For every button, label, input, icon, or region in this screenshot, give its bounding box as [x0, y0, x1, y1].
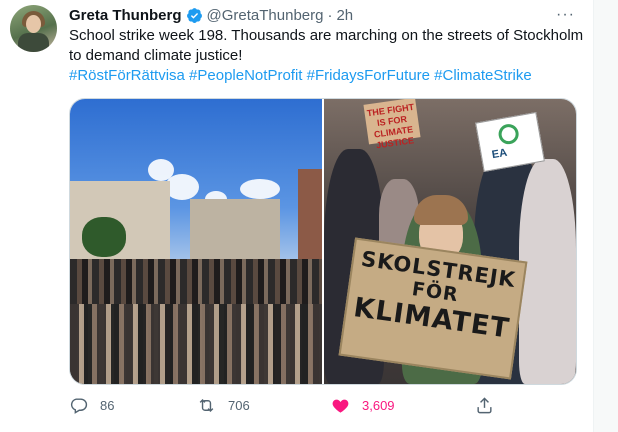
like-button[interactable]: 3,609	[331, 396, 395, 415]
sign-climate-justice: THE FIGHT IS FOR CLIMATE JUSTICE	[363, 99, 421, 150]
more-icon[interactable]: ···	[556, 6, 575, 24]
reply-icon	[70, 398, 88, 414]
heart-icon	[332, 399, 349, 413]
tweet-header: Greta Thunberg @GretaThunberg · 2h	[69, 5, 353, 25]
retweet-icon	[199, 398, 214, 413]
photo-greta-sign[interactable]: THE FIGHT IS FOR CLIMATE JUSTICE EA SKOL…	[324, 99, 576, 384]
tweet-card[interactable]: Greta Thunberg @GretaThunberg · 2h ··· S…	[0, 0, 593, 432]
hashtag-list: #RöstFörRättvisa #PeopleNotProfit #Frida…	[69, 66, 589, 86]
sign-eat: EA	[475, 111, 545, 173]
verified-badge-icon	[186, 7, 202, 23]
retweet-count: 706	[228, 398, 250, 413]
reply-button[interactable]: 86	[69, 396, 114, 415]
hashtag-link[interactable]: #ClimateStrike	[434, 67, 532, 84]
tweet-media: THE FIGHT IS FOR CLIMATE JUSTICE EA SKOL…	[69, 98, 577, 385]
hashtag-link[interactable]: #RöstFörRättvisa	[69, 67, 185, 84]
hashtag-link[interactable]: #FridaysForFuture	[307, 67, 430, 84]
share-button[interactable]	[475, 396, 494, 415]
author-name[interactable]: Greta Thunberg	[69, 7, 182, 24]
right-gutter	[593, 0, 618, 432]
sign-skolstrejk: SKOLSTREJK FÖR KLIMATET	[338, 237, 528, 380]
like-count: 3,609	[362, 398, 395, 413]
tweet-actions: 86 706 3,609	[69, 396, 499, 418]
photo-crowd-stockholm[interactable]	[70, 99, 322, 384]
separator-dot: ·	[327, 6, 333, 24]
retweet-button[interactable]: 706	[197, 396, 250, 415]
tweet-text: School strike week 198. Thousands are ma…	[69, 27, 584, 64]
tweet-timestamp[interactable]: 2h	[336, 7, 353, 24]
hashtag-link[interactable]: #PeopleNotProfit	[189, 67, 302, 84]
reply-count: 86	[100, 398, 115, 413]
author-handle[interactable]: @GretaThunberg	[207, 7, 324, 24]
avatar[interactable]	[10, 5, 57, 52]
share-icon	[477, 397, 492, 414]
